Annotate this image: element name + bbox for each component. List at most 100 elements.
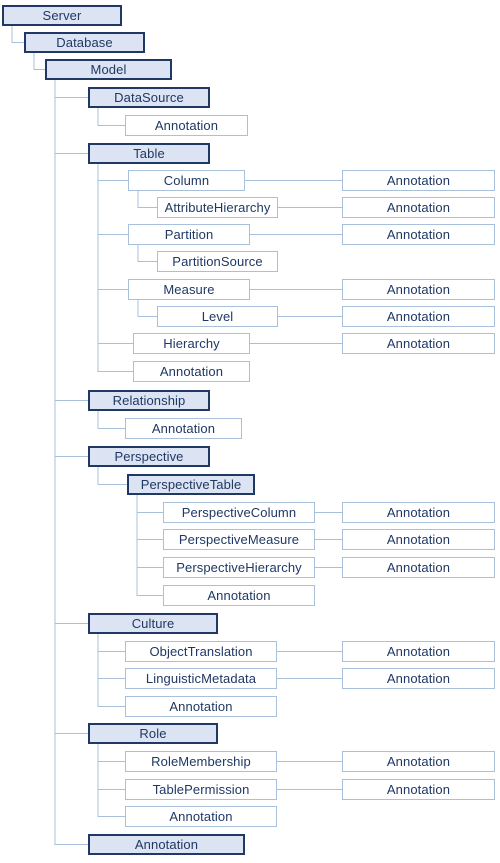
node-label: Annotation xyxy=(386,560,451,575)
node-label: Annotation xyxy=(169,809,233,824)
node-label: Annotation xyxy=(386,309,451,324)
edge-perspectivetable-to-perspectivehierarchy xyxy=(136,495,163,568)
node-perspcolumn-annot[interactable]: Annotation xyxy=(342,502,495,523)
node-label: Annotation xyxy=(386,754,451,769)
edge-perspectivetable-to-persptable-annot xyxy=(136,495,163,596)
edge-model-to-role xyxy=(54,80,88,734)
node-perspectivetable[interactable]: PerspectiveTable xyxy=(127,474,255,495)
node-persphier-annot[interactable]: Annotation xyxy=(342,557,495,578)
edge-database-to-model xyxy=(33,53,45,70)
edge-partition-to-partitionsource xyxy=(137,245,157,262)
edge-table-to-table-annot xyxy=(97,164,133,372)
edge-model-to-relationship xyxy=(54,80,88,401)
node-label: AttributeHierarchy xyxy=(164,200,271,215)
edge-relationship-to-relationship-annot xyxy=(97,411,125,429)
node-attributehierarchy[interactable]: AttributeHierarchy xyxy=(157,197,278,218)
node-role[interactable]: Role xyxy=(88,723,218,744)
node-label: Annotation xyxy=(169,699,233,714)
node-label: Annotation xyxy=(151,421,216,436)
edge-measure-to-level xyxy=(137,300,157,317)
node-level[interactable]: Level xyxy=(157,306,278,327)
edge-culture-to-linguisticmetadata xyxy=(97,634,125,679)
edge-table-to-partition xyxy=(97,164,128,235)
node-label: RoleMembership xyxy=(151,754,251,769)
node-database[interactable]: Database xyxy=(24,32,145,53)
node-label: Annotation xyxy=(386,282,451,297)
tom-hierarchy-diagram: Server Database Model DataSource Annotation T… xyxy=(0,0,500,863)
node-label: Annotation xyxy=(386,200,451,215)
node-datasource-annot[interactable]: Annotation xyxy=(125,115,248,136)
edge-perspective-to-perspectivetable xyxy=(97,467,127,485)
node-label: Culture xyxy=(131,616,175,631)
node-label: Partition xyxy=(164,227,214,242)
edge-model-to-culture xyxy=(54,80,88,624)
node-objecttranslation[interactable]: ObjectTranslation xyxy=(125,641,277,662)
node-attrhier-annot[interactable]: Annotation xyxy=(342,197,495,218)
node-hierarchy-annot[interactable]: Annotation xyxy=(342,333,495,354)
node-server[interactable]: Server xyxy=(2,5,122,26)
edge-datasource-to-datasource-annot xyxy=(97,108,125,126)
edge-server-to-database xyxy=(11,26,24,43)
node-column[interactable]: Column xyxy=(128,170,245,191)
node-label: Database xyxy=(56,35,113,50)
node-persptable-annot[interactable]: Annotation xyxy=(163,585,315,606)
node-model[interactable]: Model xyxy=(45,59,172,80)
node-linguisticmetadata[interactable]: LinguisticMetadata xyxy=(125,668,277,689)
node-label: LinguisticMetadata xyxy=(145,671,257,686)
node-measure[interactable]: Measure xyxy=(128,279,250,300)
node-label: ObjectTranslation xyxy=(149,644,253,659)
edge-table-to-column xyxy=(97,164,128,181)
node-relationship[interactable]: Relationship xyxy=(88,390,210,411)
node-label: Hierarchy xyxy=(163,336,220,351)
node-datasource[interactable]: DataSource xyxy=(88,87,210,108)
node-column-annot[interactable]: Annotation xyxy=(342,170,495,191)
node-label: TablePermission xyxy=(152,782,250,797)
edge-culture-to-objecttranslation xyxy=(97,634,125,652)
node-label: Annotation xyxy=(386,336,451,351)
node-label: PerspectiveColumn xyxy=(181,505,297,520)
node-table-annot[interactable]: Annotation xyxy=(133,361,250,382)
node-table[interactable]: Table xyxy=(88,143,210,164)
node-perspectivecolumn[interactable]: PerspectiveColumn xyxy=(163,502,315,523)
node-tablepermission[interactable]: TablePermission xyxy=(125,779,277,800)
node-label: PartitionSource xyxy=(172,254,263,269)
node-label: Annotation xyxy=(386,505,451,520)
edge-model-to-perspective xyxy=(54,80,88,457)
node-label: Annotation xyxy=(386,644,451,659)
node-objtrans-annot[interactable]: Annotation xyxy=(342,641,495,662)
node-label: Table xyxy=(133,146,165,161)
node-measure-annot[interactable]: Annotation xyxy=(342,279,495,300)
node-perspective[interactable]: Perspective xyxy=(88,446,210,467)
node-label: Annotation xyxy=(386,532,451,547)
node-partitionsource[interactable]: PartitionSource xyxy=(157,251,278,272)
node-role-annot[interactable]: Annotation xyxy=(125,806,277,827)
node-label: Annotation xyxy=(386,227,451,242)
node-hierarchy[interactable]: Hierarchy xyxy=(133,333,250,354)
node-culture-annot[interactable]: Annotation xyxy=(125,696,277,717)
node-partition[interactable]: Partition xyxy=(128,224,250,245)
edge-role-to-tablepermission xyxy=(97,744,125,790)
edge-role-to-role-annot xyxy=(97,744,125,817)
node-perspmeasure-annot[interactable]: Annotation xyxy=(342,529,495,550)
node-culture[interactable]: Culture xyxy=(88,613,218,634)
node-label: Annotation xyxy=(386,671,451,686)
node-label: Column xyxy=(163,173,210,188)
node-model-annot[interactable]: Annotation xyxy=(88,834,245,855)
node-perspectivemeasure[interactable]: PerspectiveMeasure xyxy=(163,529,315,550)
node-label: Server xyxy=(42,8,82,23)
node-label: PerspectiveMeasure xyxy=(178,532,300,547)
node-label: Role xyxy=(139,726,167,741)
node-label: Relationship xyxy=(112,393,186,408)
edge-model-to-datasource xyxy=(54,80,88,98)
node-level-annot[interactable]: Annotation xyxy=(342,306,495,327)
node-perspectivehierarchy[interactable]: PerspectiveHierarchy xyxy=(163,557,315,578)
node-rolemembership[interactable]: RoleMembership xyxy=(125,751,277,772)
node-label: Annotation xyxy=(386,173,451,188)
node-relationship-annot[interactable]: Annotation xyxy=(125,418,242,439)
node-partition-annot[interactable]: Annotation xyxy=(342,224,495,245)
node-label: Level xyxy=(201,309,234,324)
node-tableperm-annot[interactable]: Annotation xyxy=(342,779,495,800)
node-label: Annotation xyxy=(159,364,224,379)
node-rolemember-annot[interactable]: Annotation xyxy=(342,751,495,772)
node-lingmeta-annot[interactable]: Annotation xyxy=(342,668,495,689)
